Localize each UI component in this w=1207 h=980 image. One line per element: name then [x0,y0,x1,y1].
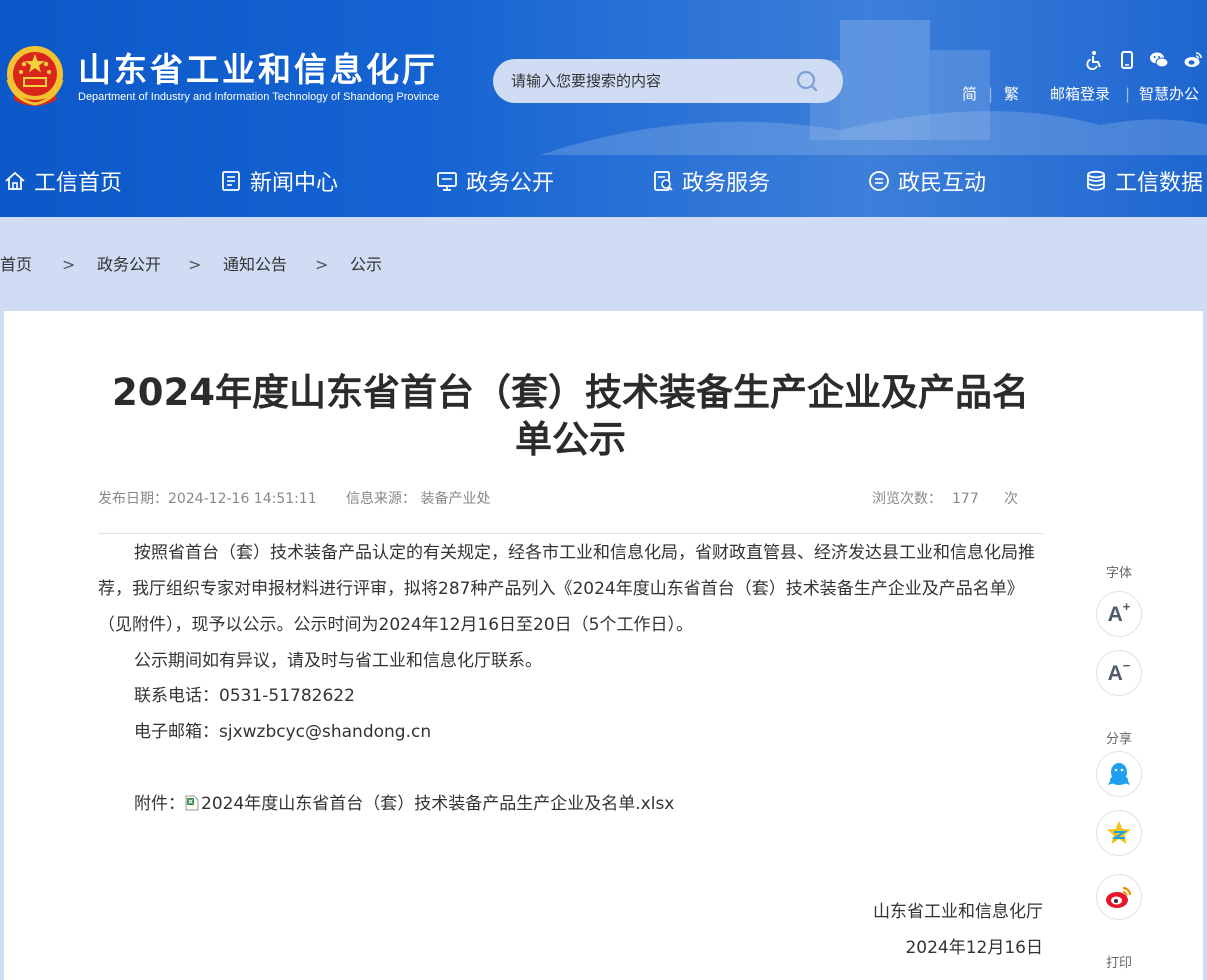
news-icon [222,171,240,191]
nav-label: 政务公开 [466,171,555,196]
font-size-label: 字体 [1105,566,1132,581]
qq-icon [1108,763,1130,785]
nav-item-gov-services[interactable]: 政务服务 [652,163,770,199]
nav-label: 新闻中心 [250,171,339,196]
breadcrumb-separator: > [62,255,76,274]
attachment-link[interactable]: 2024年度山东省首台（套）技术装备产品生产企业及名单.xlsx [201,794,674,814]
top-links: 简 | 繁 邮箱登录 | 智慧办公 [962,82,1207,106]
share-qq-button[interactable] [1096,751,1142,797]
site-header: 山东省工业和信息化厅 Department of Industry and In… [0,0,1207,217]
info-source: 信息来源： 装备产业处 [346,491,491,507]
service-icon [654,171,673,191]
nav-label: 政民互动 [898,171,987,196]
attachment-row: 附件： 2024年度山东省首台（套）技术装备产品生产企业及名单.xlsx [134,786,674,822]
article-paragraph: 公示期间如有异议，请及时与省工业和信息化厅联系。 [134,651,542,671]
print-label[interactable]: 打印 [1096,952,1142,971]
views-unit: 次 [1004,491,1018,507]
mobile-icon[interactable] [1117,50,1137,70]
breadcrumb-home[interactable]: 首页 [0,252,32,278]
search-box [493,59,843,103]
site-title: 山东省工业和信息化厅 [78,50,438,89]
signature-org: 山东省工业和信息化厅 [873,902,1043,922]
nav-item-interaction[interactable]: 政民互动 [868,163,986,199]
breadcrumb-notices[interactable]: 通知公告 [223,252,287,278]
header-tool-icons [1083,50,1207,72]
weibo-icon[interactable] [1183,50,1203,70]
views-count: 177 [952,491,979,507]
nav-item-home[interactable]: 工信首页 [4,163,122,199]
nav-item-gov-affairs[interactable]: 政务公开 [436,163,554,199]
breadcrumb-separator: > [188,255,202,274]
smart-office-link[interactable]: 智慧办公 [1139,82,1199,106]
breadcrumb-separator: > [315,255,329,274]
monitor-icon [437,172,457,191]
nav-item-data[interactable]: 工信数据 [1085,163,1203,199]
article-title: 2024年度山东省首台（套）技术装备生产企业及产品名单公示 [112,371,1029,461]
share-weibo-button[interactable] [1096,874,1142,920]
separator: | [988,85,994,103]
font-increase-icon: A+ [1107,599,1131,626]
excel-file-icon [185,795,199,811]
weibo-share-icon [1106,886,1132,908]
signature-date: 2024年12月16日 [905,938,1043,958]
search-icon[interactable] [795,69,819,93]
chat-icon [869,171,889,191]
contact-phone: 联系电话：0531-51782622 [134,686,355,706]
font-increase-button[interactable]: A+ [1096,591,1142,637]
font-decrease-button[interactable]: A− [1096,650,1142,696]
nav-item-news[interactable]: 新闻中心 [220,163,338,199]
mail-login-link[interactable]: 邮箱登录 [1050,82,1110,106]
nav-label: 工信数据 [1115,171,1204,196]
share-label: 分享 [1105,732,1132,747]
search-input[interactable] [511,59,791,103]
share-qzone-button[interactable] [1096,810,1142,856]
attachment-label: 附件： [134,794,185,814]
qzone-star-icon [1107,821,1131,844]
font-decrease-icon: A− [1107,658,1131,685]
breadcrumb-gov-affairs[interactable]: 政务公开 [97,252,161,278]
contact-email: 电子邮箱：sjxwzbcyc@shandong.cn [134,722,432,742]
accessibility-icon[interactable] [1084,50,1104,70]
site-subtitle: Department of Industry and Information T… [78,91,440,103]
separator: | [1125,85,1131,103]
breadcrumb-current[interactable]: 公示 [350,252,382,278]
wechat-icon[interactable] [1149,50,1169,70]
nav-label: 工信首页 [34,171,123,196]
article-paragraph: 按照省首台（套）技术装备产品认定的有关规定，经各市工业和信息化局，省财政直管县、… [98,543,1035,635]
home-icon [5,171,25,190]
divider [98,533,1043,534]
traditional-chinese-link[interactable]: 繁 [1004,82,1019,106]
national-emblem-icon [6,46,64,106]
nav-label: 政务服务 [682,171,771,196]
publish-date: 发布日期：2024-12-16 14:51:11 [98,491,317,507]
views-label: 浏览次数： [872,491,942,507]
database-icon [1087,170,1105,191]
simplified-chinese-link[interactable]: 简 [962,82,977,106]
